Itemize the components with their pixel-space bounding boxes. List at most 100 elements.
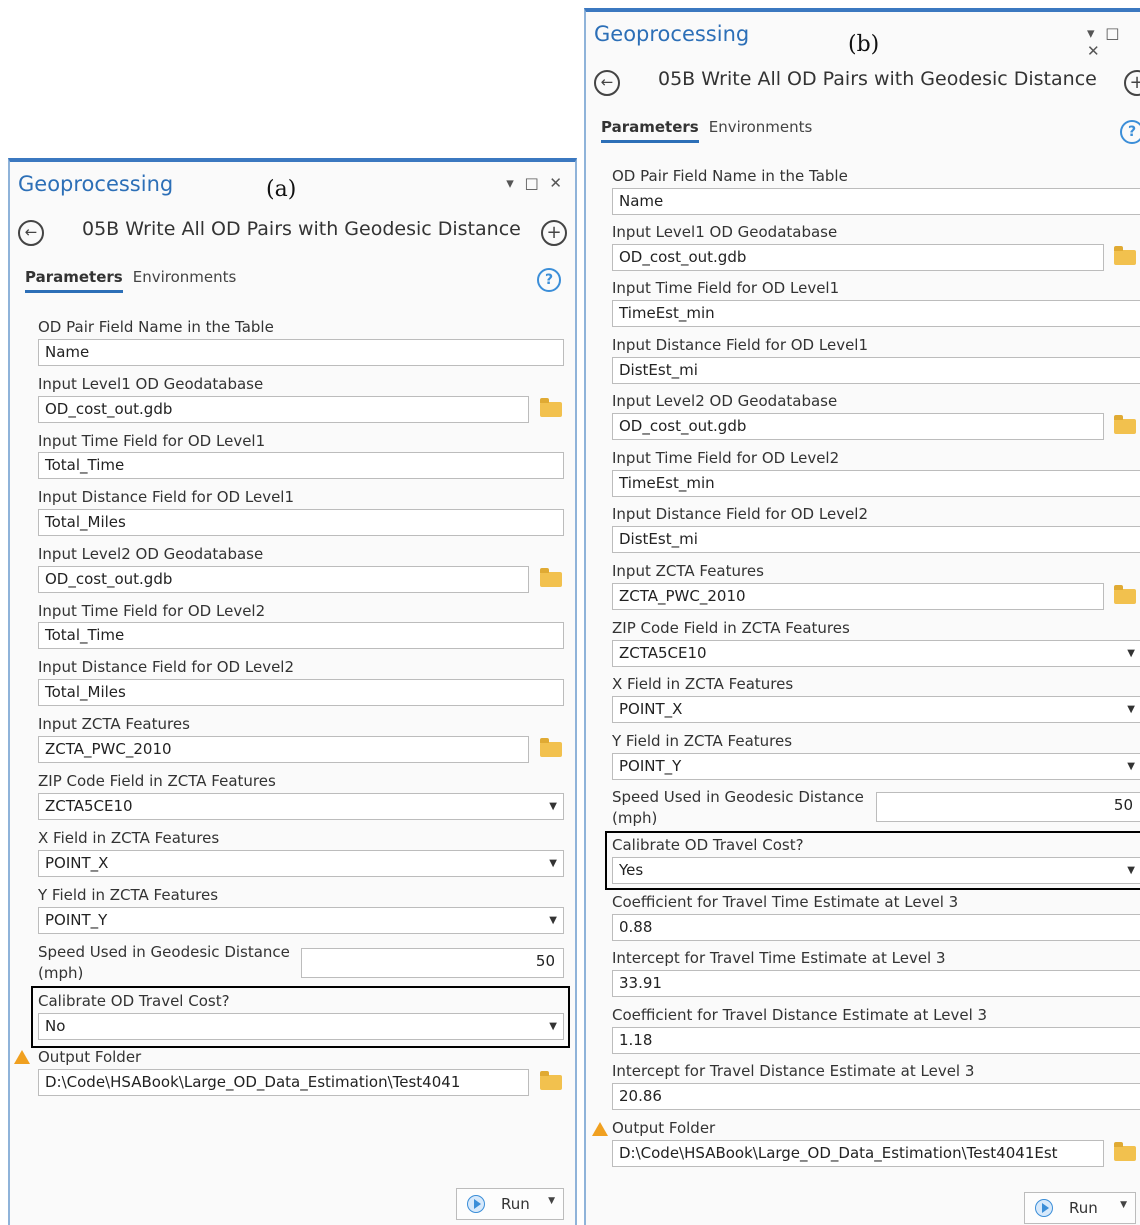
run-button[interactable]: Run ▼ — [456, 1188, 564, 1220]
zip-field-dropdown[interactable]: ZCTA5CE10 ▼ — [38, 793, 564, 820]
param-label: Calibrate OD Travel Cost? — [38, 992, 230, 1010]
y-field-dropdown[interactable]: POINT_Y ▼ — [38, 907, 564, 934]
chevron-down-icon[interactable]: ▼ — [549, 851, 557, 876]
chevron-down-icon[interactable]: ▼ — [549, 1014, 557, 1039]
param-label: Input ZCTA Features — [612, 562, 764, 580]
param-label: X Field in ZCTA Features — [612, 675, 794, 693]
dist-level2-input[interactable]: DistEst_mi — [612, 526, 1140, 553]
dist-level1-input[interactable]: Total_Miles — [38, 509, 564, 536]
param-label: Input Time Field for OD Level2 — [612, 449, 840, 467]
tab-parameters[interactable]: Parameters — [601, 118, 699, 143]
output-folder-input[interactable]: D:\Code\HSABook\Large_OD_Data_Estimation… — [38, 1069, 529, 1096]
run-button[interactable]: Run ▼ — [1024, 1192, 1136, 1224]
param-label: Output Folder — [38, 1048, 142, 1066]
play-icon — [467, 1195, 485, 1213]
geoprocessing-pane-b: Geoprocessing (b) ▾ □ ✕ ← 05B Write All … — [584, 8, 1140, 1225]
param-label: Input Distance Field for OD Level1 — [612, 336, 869, 354]
coef-time-input[interactable]: 0.88 — [612, 914, 1140, 941]
tab-environments[interactable]: Environments — [709, 118, 813, 136]
od-pair-field-input[interactable]: Name — [612, 188, 1140, 215]
calibrate-dropdown[interactable]: Yes ▼ — [612, 857, 1140, 884]
window-controls[interactable]: ▾ □ ✕ — [506, 174, 565, 192]
param-label: Intercept for Travel Distance Estimate a… — [612, 1062, 975, 1080]
add-icon[interactable]: + — [1124, 70, 1140, 96]
zcta-features-input[interactable]: ZCTA_PWC_2010 — [38, 736, 529, 763]
dist-level1-input[interactable]: DistEst_mi — [612, 357, 1140, 384]
param-label: Y Field in ZCTA Features — [612, 732, 793, 750]
dropdown-value: POINT_Y — [45, 911, 108, 929]
chevron-down-icon[interactable]: ▼ — [1127, 697, 1135, 722]
int-dist-input[interactable]: 20.86 — [612, 1083, 1140, 1110]
pane-title: Geoprocessing — [594, 22, 750, 46]
param-label: Input Distance Field for OD Level1 — [38, 488, 295, 506]
speed-input[interactable]: 50 — [876, 792, 1140, 822]
folder-icon[interactable] — [1114, 415, 1136, 434]
y-field-dropdown[interactable]: POINT_Y ▼ — [612, 753, 1140, 780]
param-label: Input Level2 OD Geodatabase — [38, 545, 264, 563]
chevron-down-icon[interactable]: ▼ — [549, 908, 557, 933]
tool-header: ← 05B Write All OD Pairs with Geodesic D… — [18, 218, 567, 254]
folder-icon[interactable] — [1114, 585, 1136, 604]
tab-bar: Parameters Environments — [601, 118, 813, 143]
chevron-down-icon[interactable]: ▼ — [1127, 641, 1135, 666]
back-arrow-icon[interactable]: ← — [594, 70, 620, 96]
x-field-dropdown[interactable]: POINT_X ▼ — [612, 696, 1140, 723]
output-folder-input[interactable]: D:\Code\HSABook\Large_OD_Data_Estimation… — [612, 1140, 1104, 1167]
zip-field-dropdown[interactable]: ZCTA5CE10 ▼ — [612, 640, 1140, 667]
speed-input[interactable]: 50 — [301, 948, 564, 978]
folder-icon[interactable] — [540, 398, 562, 417]
param-label: Input Distance Field for OD Level2 — [38, 658, 295, 676]
int-time-input[interactable]: 33.91 — [612, 970, 1140, 997]
chevron-down-icon[interactable]: ▼ — [548, 1196, 555, 1206]
param-label: OD Pair Field Name in the Table — [38, 318, 274, 336]
dropdown-value: No — [45, 1017, 66, 1035]
od-pair-field-input[interactable]: Name — [38, 339, 564, 366]
param-label: Input Level1 OD Geodatabase — [612, 223, 838, 241]
chevron-down-icon[interactable]: ▼ — [549, 794, 557, 819]
level1-gdb-input[interactable]: OD_cost_out.gdb — [38, 396, 529, 423]
param-label: Intercept for Travel Time Estimate at Le… — [612, 949, 946, 967]
param-label: Input Time Field for OD Level1 — [38, 432, 266, 450]
param-label: Input Time Field for OD Level1 — [612, 279, 840, 297]
folder-icon[interactable] — [1114, 1142, 1136, 1161]
chevron-down-icon[interactable]: ▼ — [1120, 1200, 1127, 1210]
param-label: OD Pair Field Name in the Table — [612, 167, 848, 185]
time-level1-input[interactable]: Total_Time — [38, 452, 564, 479]
folder-icon[interactable] — [540, 568, 562, 587]
x-field-dropdown[interactable]: POINT_X ▼ — [38, 850, 564, 877]
level2-gdb-input[interactable]: OD_cost_out.gdb — [612, 413, 1104, 440]
help-icon[interactable]: ? — [537, 268, 561, 292]
param-label: Speed Used in Geodesic Distance — [38, 943, 290, 961]
folder-icon[interactable] — [540, 1071, 562, 1090]
coef-dist-input[interactable]: 1.18 — [612, 1027, 1140, 1054]
param-label: ZIP Code Field in ZCTA Features — [612, 619, 850, 637]
dropdown-value: POINT_X — [619, 700, 683, 718]
level1-gdb-input[interactable]: OD_cost_out.gdb — [612, 244, 1104, 271]
warning-icon — [14, 1050, 30, 1064]
help-icon[interactable]: ? — [1120, 120, 1140, 144]
tab-parameters[interactable]: Parameters — [25, 268, 123, 293]
dropdown-value: ZCTA5CE10 — [619, 644, 707, 662]
add-icon[interactable]: + — [541, 220, 567, 246]
param-label: Input Distance Field for OD Level2 — [612, 505, 869, 523]
calibrate-dropdown[interactable]: No ▼ — [38, 1013, 564, 1040]
tab-environments[interactable]: Environments — [133, 268, 237, 286]
dist-level2-input[interactable]: Total_Miles — [38, 679, 564, 706]
folder-icon[interactable] — [540, 738, 562, 757]
play-icon — [1035, 1199, 1053, 1217]
level2-gdb-input[interactable]: OD_cost_out.gdb — [38, 566, 529, 593]
chevron-down-icon[interactable]: ▼ — [1127, 754, 1135, 779]
dropdown-value: ZCTA5CE10 — [45, 797, 133, 815]
window-controls[interactable]: ▾ □ ✕ — [1087, 24, 1140, 60]
dropdown-value: POINT_Y — [619, 757, 682, 775]
dropdown-value: POINT_X — [45, 854, 109, 872]
chevron-down-icon[interactable]: ▼ — [1127, 858, 1135, 883]
time-level1-input[interactable]: TimeEst_min — [612, 300, 1140, 327]
param-label: ZIP Code Field in ZCTA Features — [38, 772, 276, 790]
zcta-features-input[interactable]: ZCTA_PWC_2010 — [612, 583, 1104, 610]
time-level2-input[interactable]: Total_Time — [38, 622, 564, 649]
folder-icon[interactable] — [1114, 246, 1136, 265]
tool-header: ← 05B Write All OD Pairs with Geodesic D… — [594, 68, 1140, 104]
back-arrow-icon[interactable]: ← — [18, 220, 44, 246]
time-level2-input[interactable]: TimeEst_min — [612, 470, 1140, 497]
